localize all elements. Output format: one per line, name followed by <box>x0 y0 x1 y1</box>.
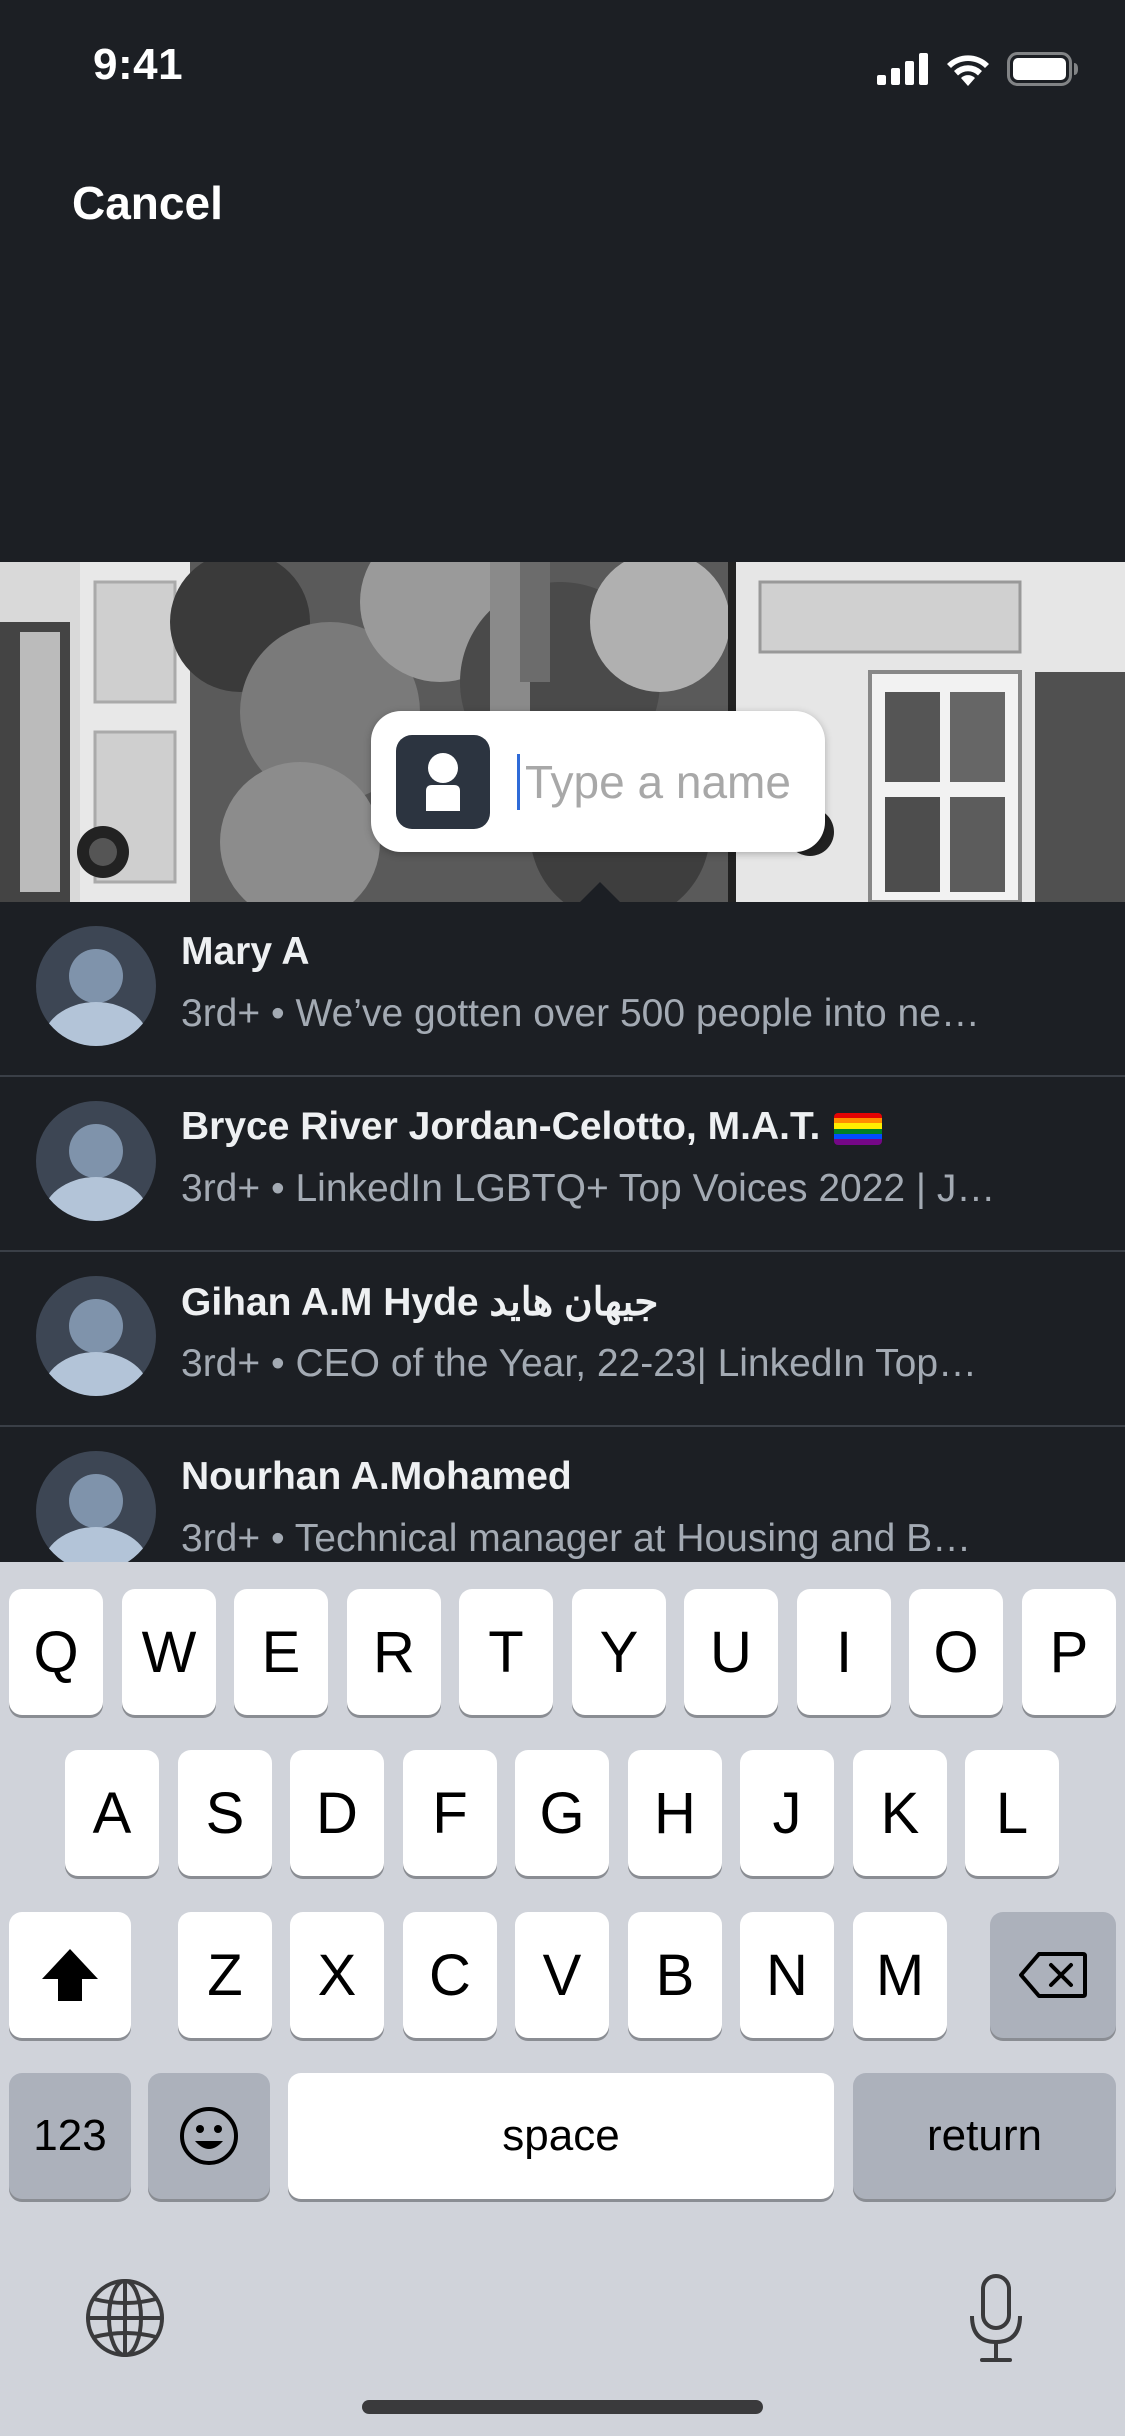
key-a[interactable]: A <box>65 1750 159 1876</box>
key-i[interactable]: I <box>797 1589 891 1715</box>
key-h[interactable]: H <box>628 1750 722 1876</box>
status-icons <box>877 52 1079 86</box>
key-o[interactable]: O <box>909 1589 1003 1715</box>
key-t[interactable]: T <box>459 1589 553 1715</box>
avatar <box>36 1451 156 1562</box>
key-u[interactable]: U <box>684 1589 778 1715</box>
key-d[interactable]: D <box>290 1750 384 1876</box>
rainbow-flag-icon <box>834 1112 883 1145</box>
person-name: Nourhan A.Mohamed <box>181 1455 572 1498</box>
shift-icon <box>42 1949 98 2001</box>
person-name: Gihan A.M Hyde جيهان هايد <box>181 1281 659 1324</box>
keyboard: Q W E R T Y U I O P A S D F G H J K L Z … <box>0 1562 1125 2436</box>
shift-key[interactable] <box>9 1912 131 2038</box>
tag-name-field[interactable] <box>371 711 825 852</box>
avatar <box>36 926 156 1046</box>
key-g[interactable]: G <box>515 1750 609 1876</box>
wifi-icon <box>947 55 989 86</box>
battery-icon <box>1007 52 1078 86</box>
key-k[interactable]: K <box>853 1750 947 1876</box>
delete-icon <box>1019 1952 1087 1998</box>
key-q[interactable]: Q <box>9 1589 103 1715</box>
globe-icon <box>86 2279 164 2357</box>
avatar <box>36 1101 156 1221</box>
key-j[interactable]: J <box>740 1750 834 1876</box>
status-bar: 9:41 <box>0 0 1125 140</box>
home-indicator[interactable] <box>362 2400 763 2414</box>
numbers-key[interactable]: 123 <box>9 2073 131 2199</box>
key-w[interactable]: W <box>122 1589 216 1715</box>
cancel-button[interactable]: Cancel <box>72 176 223 230</box>
tag-name-input[interactable] <box>517 739 825 825</box>
list-item[interactable]: Bryce River Jordan-Celotto, M.A.T. 3rd+ … <box>0 1077 1125 1252</box>
key-s[interactable]: S <box>178 1750 272 1876</box>
key-f[interactable]: F <box>403 1750 497 1876</box>
delete-key[interactable] <box>990 1912 1116 2038</box>
key-b[interactable]: B <box>628 1912 722 2038</box>
key-p[interactable]: P <box>1022 1589 1116 1715</box>
key-z[interactable]: Z <box>178 1912 272 2038</box>
dictation-button[interactable] <box>966 2272 1026 2366</box>
person-icon <box>396 735 490 829</box>
cellular-signal-icon <box>877 53 928 85</box>
person-name: Bryce River Jordan-Celotto, M.A.T. <box>181 1105 883 1149</box>
list-item[interactable]: Gihan A.M Hyde جيهان هايد 3rd+ • CEO of … <box>0 1252 1125 1427</box>
globe-button[interactable] <box>84 2277 166 2359</box>
key-v[interactable]: V <box>515 1912 609 2038</box>
person-subtitle: 3rd+ • Technical manager at Housing and … <box>181 1517 972 1560</box>
person-name: Mary A <box>181 930 310 973</box>
status-time: 9:41 <box>93 40 184 89</box>
key-e[interactable]: E <box>234 1589 328 1715</box>
list-item[interactable]: Mary A 3rd+ • We’ve gotten over 500 peop… <box>0 902 1125 1077</box>
return-key[interactable]: return <box>853 2073 1116 2199</box>
key-y[interactable]: Y <box>572 1589 666 1715</box>
tag-pointer <box>580 882 620 902</box>
space-key[interactable]: space <box>288 2073 834 2199</box>
list-item[interactable]: Nourhan A.Mohamed 3rd+ • Technical manag… <box>0 1427 1125 1562</box>
key-n[interactable]: N <box>740 1912 834 2038</box>
person-subtitle: 3rd+ • We’ve gotten over 500 people into… <box>181 992 980 1035</box>
microphone-icon <box>970 2274 1022 2362</box>
key-c[interactable]: C <box>403 1912 497 2038</box>
emoji-icon <box>180 2107 238 2165</box>
key-l[interactable]: L <box>965 1750 1059 1876</box>
key-r[interactable]: R <box>347 1589 441 1715</box>
people-results-list: Mary A 3rd+ • We’ve gotten over 500 peop… <box>0 902 1125 1562</box>
key-x[interactable]: X <box>290 1912 384 2038</box>
person-subtitle: 3rd+ • LinkedIn LGBTQ+ Top Voices 2022 |… <box>181 1167 996 1210</box>
avatar <box>36 1276 156 1396</box>
person-subtitle: 3rd+ • CEO of the Year, 22-23| LinkedIn … <box>181 1342 978 1385</box>
emoji-key[interactable] <box>148 2073 270 2199</box>
key-m[interactable]: M <box>853 1912 947 2038</box>
